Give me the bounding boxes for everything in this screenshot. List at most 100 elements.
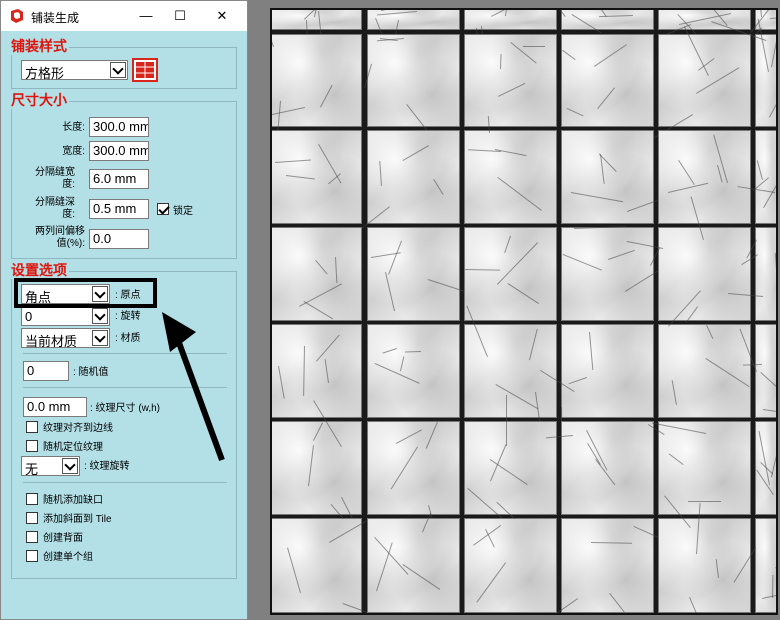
marble-vein [689, 597, 699, 613]
marble-tile [737, 130, 776, 224]
sketchup-app-icon [11, 9, 23, 23]
chevron-down-icon [62, 458, 78, 474]
marble-vein [341, 497, 354, 520]
lock-checkbox[interactable] [157, 203, 169, 215]
chevron-down-icon [92, 330, 108, 346]
marble-vein [562, 254, 602, 271]
marble-tile [364, 34, 460, 146]
texture-size-input[interactable]: 0.0 mm [23, 397, 87, 417]
rotation-select[interactable]: 0 [21, 306, 110, 326]
random-input[interactable]: 0 [23, 361, 69, 381]
marble-tile [367, 512, 460, 613]
marble-vein [422, 512, 432, 533]
marble-vein [287, 547, 301, 593]
marble-tile [561, 130, 658, 224]
marble-vein [504, 235, 511, 254]
marble-vein [506, 395, 507, 446]
title-bar[interactable]: 铺装生成 — ☐ ✕ [1, 1, 247, 31]
marble-vein [769, 79, 776, 118]
marble-vein [529, 328, 538, 361]
marble-tile [357, 130, 460, 233]
marble-tile [464, 34, 557, 127]
material-label: : 材质 [115, 333, 141, 344]
random-label: : 随机值 [73, 367, 109, 378]
marble-tile [561, 226, 660, 321]
length-label: 长度: [62, 122, 85, 133]
texture-rotation-select[interactable]: 无 [21, 456, 80, 477]
marble-vein [379, 160, 382, 186]
marble-vein [762, 409, 776, 413]
marble-vein [374, 363, 420, 384]
create-single-group-checkbox[interactable] [26, 550, 38, 562]
gap-width-label-2: 度: [62, 179, 75, 190]
marble-vein [706, 325, 714, 340]
offset-label-1: 两列间偏移 [35, 226, 85, 237]
marble-vein [715, 559, 719, 578]
chevron-down-icon [110, 62, 126, 78]
marble-vein [464, 269, 500, 271]
grid-pattern-icon[interactable] [132, 58, 158, 82]
marble-vein [489, 459, 528, 485]
marble-vein [402, 564, 441, 590]
marble-tile [272, 130, 362, 224]
minimize-button[interactable]: — [129, 1, 163, 31]
marble-tile [733, 518, 776, 613]
marble-tile [739, 324, 776, 418]
chevron-down-icon [92, 308, 108, 324]
marble-vein [590, 542, 632, 544]
close-button[interactable]: ✕ [205, 1, 239, 31]
marble-tile [464, 501, 557, 613]
marble-tile [464, 10, 557, 63]
window-title: 铺装生成 [31, 11, 80, 25]
marble-tile [272, 227, 362, 321]
marble-vein [381, 10, 438, 11]
add-bevel-checkbox[interactable] [26, 512, 38, 524]
marble-vein [278, 366, 285, 399]
marble-vein [756, 160, 763, 180]
gap-depth-input[interactable]: 0.5 mm [89, 199, 149, 219]
length-input[interactable]: 300.0 mm [89, 117, 149, 137]
marble-vein [308, 445, 314, 487]
marble-vein [427, 279, 466, 293]
marble-tile [561, 34, 654, 127]
model-viewport[interactable] [270, 8, 778, 615]
marble-tile [540, 324, 654, 451]
random-gap-checkbox[interactable] [26, 493, 38, 505]
marble-tile [464, 227, 557, 321]
marble-vein [757, 10, 762, 17]
offset-input[interactable]: 0.0 [89, 229, 149, 249]
marble-tile [367, 324, 460, 418]
highlight-box [14, 278, 157, 308]
create-single-group-label: 创建单个组 [43, 552, 93, 563]
marble-tile [272, 10, 362, 48]
marble-vein [303, 301, 334, 320]
marble-vein [566, 108, 584, 117]
gap-width-input[interactable]: 6.0 mm [89, 169, 149, 189]
marble-vein [490, 444, 507, 482]
marble-vein [335, 257, 338, 284]
material-select[interactable]: 当前材质 [21, 328, 110, 349]
create-back-checkbox[interactable] [26, 531, 38, 543]
marble-tile [464, 115, 557, 224]
marble-tile [367, 227, 466, 321]
marble-vein [303, 345, 305, 396]
random-texture-checkbox[interactable] [26, 440, 38, 452]
marble-vein [598, 15, 633, 18]
width-input[interactable]: 300.0 mm [89, 141, 149, 161]
marble-vein [425, 421, 438, 449]
align-texture-checkbox[interactable] [26, 421, 38, 433]
rotation-value: 0 [25, 309, 33, 324]
marble-vein [609, 593, 625, 613]
create-back-label: 创建背面 [43, 533, 83, 544]
maximize-button[interactable]: ☐ [163, 1, 197, 31]
marble-vein [762, 589, 776, 599]
marble-vein [683, 26, 709, 76]
rotation-label: : 旋转 [115, 311, 141, 322]
marble-vein [571, 14, 602, 34]
pattern-style-select[interactable]: 方格形 [21, 60, 128, 81]
marble-vein [668, 453, 684, 465]
marble-vein [272, 107, 305, 117]
marble-tile [552, 518, 682, 613]
marble-vein [385, 272, 395, 312]
marble-vein [275, 159, 311, 163]
